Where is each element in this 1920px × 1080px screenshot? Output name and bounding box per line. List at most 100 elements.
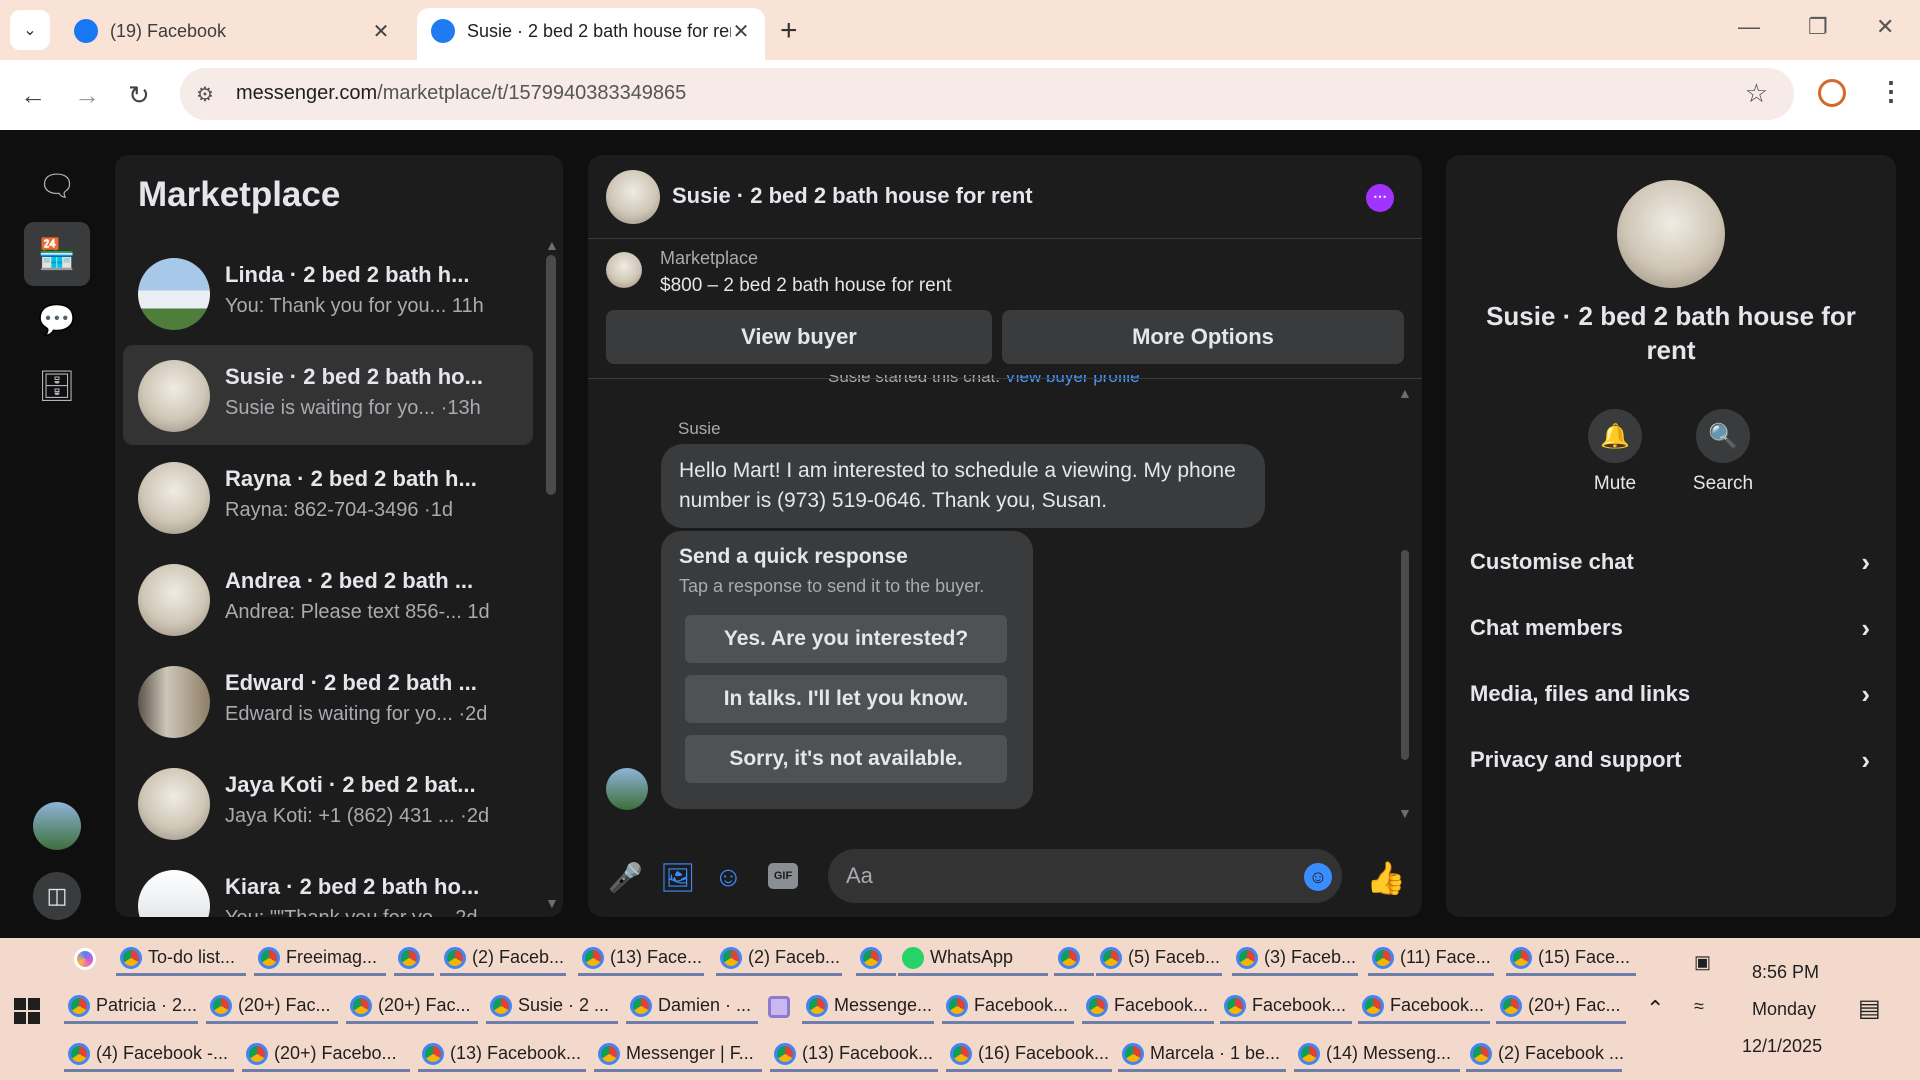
emoji-icon[interactable]: ☺ <box>1304 863 1332 891</box>
taskbar-window-button[interactable] <box>856 942 896 976</box>
sticker-icon[interactable]: ☺ <box>714 861 743 893</box>
tab-search-button[interactable]: ⌄ <box>10 10 50 50</box>
window-close-icon[interactable]: ✕ <box>1876 14 1894 40</box>
taskbar-window-button[interactable]: Patricia · 2... <box>64 990 198 1024</box>
quick-reply-in-talks[interactable]: In talks. I'll let you know. <box>685 675 1007 723</box>
taskbar-window-button[interactable]: (13) Face... <box>578 942 704 976</box>
browser-menu-icon[interactable]: ⋮ <box>1878 76 1904 107</box>
search-button[interactable]: 🔍 Search <box>1673 409 1773 495</box>
reload-icon[interactable]: ↻ <box>128 80 150 111</box>
view-buyer-button[interactable]: View buyer <box>606 310 992 364</box>
tab-messenger[interactable]: Susie · 2 bed 2 bath house for rent ✕ <box>417 8 765 60</box>
taskbar-window-button[interactable]: To-do list... <box>116 942 246 976</box>
battery-icon[interactable]: ▣ <box>1694 952 1711 973</box>
taskbar-window-button[interactable]: (4) Facebook -... <box>64 1038 234 1072</box>
taskbar-window-button[interactable]: (2) Faceb... <box>716 942 842 976</box>
conversation-item[interactable]: Andrea · 2 bed 2 bath ... Andrea: Please … <box>123 549 533 649</box>
more-options-icon[interactable]: ⋯ <box>1366 184 1394 212</box>
media-files-links-row[interactable]: Media, files and links › <box>1470 674 1870 714</box>
close-icon[interactable]: ✕ <box>731 19 751 44</box>
taskbar-window-button[interactable]: (2) Faceb... <box>440 942 566 976</box>
minimize-icon[interactable]: — <box>1738 14 1760 40</box>
tray-chevron-icon[interactable]: ⌃ <box>1646 996 1664 1022</box>
taskbar-window-button[interactable]: (3) Faceb... <box>1232 942 1358 976</box>
taskbar-window-button[interactable]: (5) Faceb... <box>1096 942 1222 976</box>
taskbar-window-button[interactable]: (20+) Fac... <box>1496 990 1626 1024</box>
conversation-item[interactable]: Susie · 2 bed 2 bath ho... Susie is waiti… <box>123 345 533 445</box>
marketplace-icon[interactable]: 🏪 <box>24 222 90 286</box>
chat-avatar[interactable] <box>606 170 660 224</box>
chat-title[interactable]: Susie · 2 bed 2 bath house for rent <box>672 183 1033 209</box>
clock-time[interactable]: 8:56 PM <box>1752 962 1819 983</box>
taskbar-window-button[interactable]: (16) Facebook... <box>946 1038 1112 1072</box>
site-info-icon[interactable]: ⚙ <box>196 82 220 106</box>
notifications-icon[interactable]: ▤ <box>1858 994 1881 1023</box>
taskbar-window-button[interactable]: (20+) Fac... <box>346 990 478 1024</box>
sidebar-toggle-icon[interactable]: ◫ <box>33 872 81 920</box>
clock-day[interactable]: Monday <box>1752 999 1816 1020</box>
requests-icon[interactable]: 💬 <box>24 288 90 352</box>
chat-scrollbar[interactable] <box>1401 550 1409 760</box>
taskbar-window-button[interactable]: (15) Face... <box>1506 942 1636 976</box>
conversation-item[interactable]: Linda · 2 bed 2 bath h... You: Thank you … <box>123 243 533 343</box>
taskbar-window-button[interactable]: Marcela · 1 be... <box>1118 1038 1286 1072</box>
wifi-icon[interactable]: ≈ <box>1694 996 1704 1017</box>
taskbar-window-button[interactable]: (2) Facebook ... <box>1466 1038 1624 1072</box>
message-bubble[interactable]: Hello Mart! I am interested to schedule … <box>661 444 1265 528</box>
copilot-button[interactable] <box>70 942 102 976</box>
url-text[interactable]: messenger.com/marketplace/t/157994038334… <box>236 82 686 105</box>
scroll-up-arrow[interactable]: ▲ <box>545 237 559 253</box>
user-avatar[interactable] <box>33 802 81 850</box>
taskbar-window-button[interactable]: Facebook... <box>1220 990 1352 1024</box>
profile-icon[interactable] <box>1818 79 1846 107</box>
message-input[interactable] <box>828 849 1342 903</box>
taskbar-window-button[interactable]: (11) Face... <box>1368 942 1494 976</box>
bookmark-star-icon[interactable]: ☆ <box>1745 78 1768 109</box>
quick-reply-yes[interactable]: Yes. Are you interested? <box>685 615 1007 663</box>
more-options-button[interactable]: More Options <box>1002 310 1404 364</box>
mute-button[interactable]: 🔔 Mute <box>1565 409 1665 495</box>
conversation-item[interactable]: Jaya Koti · 2 bed 2 bat... Jaya Koti: +1 … <box>123 753 533 853</box>
microphone-icon[interactable]: 🎤 <box>608 861 643 894</box>
scroll-up-arrow[interactable]: ▲ <box>1398 385 1412 401</box>
tab-facebook[interactable]: (19) Facebook ✕ <box>60 8 405 60</box>
taskbar-window-button[interactable]: Facebook... <box>1358 990 1490 1024</box>
quick-reply-not-available[interactable]: Sorry, it's not available. <box>685 735 1007 783</box>
scroll-down-arrow[interactable]: ▼ <box>545 895 559 911</box>
conversation-item[interactable]: Rayna · 2 bed 2 bath h... Rayna: 862-704-… <box>123 447 533 547</box>
clock-date[interactable]: 12/1/2025 <box>1742 1036 1822 1057</box>
taskbar-window-button[interactable]: (14) Messeng... <box>1294 1038 1460 1072</box>
details-avatar[interactable] <box>1617 180 1725 288</box>
taskbar-window-button[interactable]: Messenge... <box>802 990 934 1024</box>
taskbar-window-button[interactable]: Facebook... <box>1082 990 1214 1024</box>
archive-icon[interactable]: 🗄 <box>24 354 90 418</box>
taskbar-window-button[interactable]: Facebook... <box>942 990 1074 1024</box>
windows-start-icon[interactable] <box>14 998 40 1024</box>
thumbs-up-icon[interactable]: 👍 <box>1366 859 1406 897</box>
taskbar-window-button[interactable] <box>764 990 798 1024</box>
privacy-support-row[interactable]: Privacy and support › <box>1470 740 1870 780</box>
chats-icon[interactable]: 🗨 <box>24 154 90 218</box>
conversation-scrollbar[interactable] <box>546 255 556 495</box>
taskbar-window-button[interactable]: (13) Facebook... <box>418 1038 586 1072</box>
taskbar-window-button[interactable]: (13) Facebook... <box>770 1038 938 1072</box>
close-icon[interactable]: ✕ <box>371 19 391 44</box>
taskbar-window-button[interactable]: WhatsApp <box>898 942 1048 976</box>
gif-icon[interactable]: GIF <box>768 863 798 889</box>
back-icon[interactable]: ← <box>20 80 46 111</box>
chat-members-row[interactable]: Chat members › <box>1470 608 1870 648</box>
image-icon[interactable]: 🖼 <box>660 861 696 894</box>
taskbar-window-button[interactable]: (20+) Facebo... <box>242 1038 410 1072</box>
taskbar-window-button[interactable]: Messenger | F... <box>594 1038 762 1072</box>
scroll-down-arrow[interactable]: ▼ <box>1398 805 1412 821</box>
taskbar-window-button[interactable]: Damien · ... <box>626 990 758 1024</box>
view-buyer-profile-link[interactable]: View buyer profile <box>1005 375 1140 386</box>
conversation-item[interactable]: Edward · 2 bed 2 bath ... Edward is waiti… <box>123 651 533 751</box>
taskbar-window-button[interactable] <box>1054 942 1094 976</box>
address-bar[interactable]: ⚙ messenger.com/marketplace/t/1579940383… <box>180 68 1794 120</box>
taskbar-window-button[interactable]: Freeimag... <box>254 942 386 976</box>
customise-chat-row[interactable]: Customise chat › <box>1470 542 1870 582</box>
taskbar-window-button[interactable]: (20+) Fac... <box>206 990 338 1024</box>
forward-icon[interactable]: → <box>74 80 100 111</box>
conversation-item[interactable]: Kiara · 2 bed 2 bath ho... You: ""Thank y… <box>123 855 533 917</box>
